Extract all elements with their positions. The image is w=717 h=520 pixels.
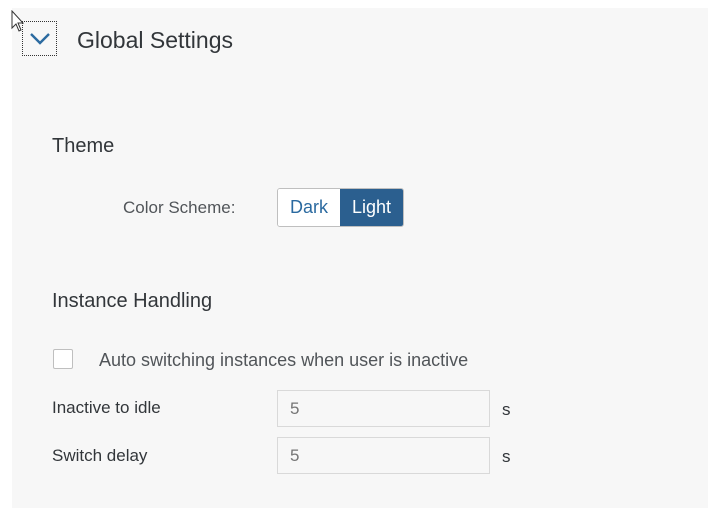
global-settings-panel	[12, 8, 708, 508]
inactive-to-idle-unit: s	[502, 400, 511, 419]
color-scheme-light-option[interactable]: Light	[340, 189, 404, 226]
section-title: Global Settings	[77, 27, 233, 53]
theme-group-title: Theme	[52, 135, 115, 157]
color-scheme-dark-option[interactable]: Dark	[278, 189, 341, 226]
instance-handling-group-title: Instance Handling	[52, 290, 213, 312]
chevron-down-icon	[29, 32, 50, 45]
auto-switch-checkbox[interactable]	[53, 349, 73, 369]
switch-delay-input[interactable]	[277, 437, 490, 474]
auto-switch-label: Auto switching instances when user is in…	[99, 350, 469, 370]
color-scheme-label: Color Scheme:	[123, 198, 236, 217]
expand-toggle-button[interactable]	[22, 21, 57, 56]
switch-delay-label: Switch delay	[52, 446, 148, 465]
mouse-pointer-icon	[11, 10, 25, 32]
color-scheme-segmented-control: Dark Light	[277, 188, 405, 227]
inactive-to-idle-input[interactable]	[277, 390, 490, 427]
switch-delay-unit: s	[502, 447, 511, 466]
inactive-to-idle-label: Inactive to idle	[52, 398, 161, 417]
